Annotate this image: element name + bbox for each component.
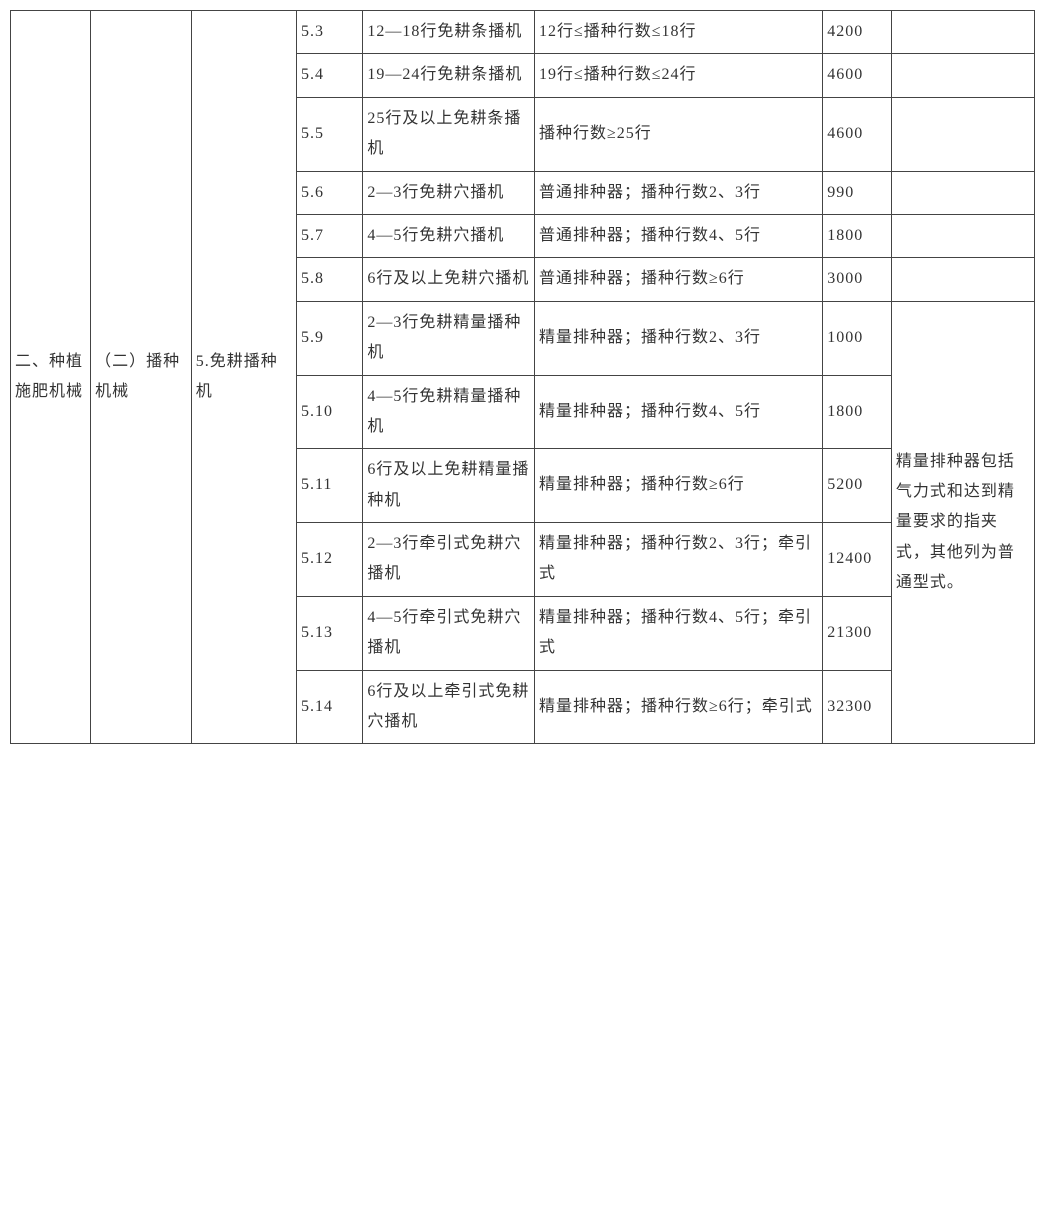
item-spec: 普通排种器；播种行数≥6行: [534, 258, 822, 301]
item-spec: 精量排种器；播种行数≥6行；牵引式: [534, 670, 822, 744]
item-spec: 19行≤播种行数≤24行: [534, 54, 822, 97]
item-note: [891, 214, 1034, 257]
item-name: 2—3行免耕精量播种机: [363, 301, 535, 375]
item-note: [891, 97, 1034, 171]
category-level1: 二、种植施肥机械: [11, 11, 91, 744]
item-spec: 精量排种器；播种行数2、3行: [534, 301, 822, 375]
category-level3: 5.免耕播种机: [191, 11, 296, 744]
item-spec: 精量排种器；播种行数4、5行；牵引式: [534, 596, 822, 670]
item-note: [891, 258, 1034, 301]
item-code: 5.14: [297, 670, 363, 744]
item-name: 25行及以上免耕条播机: [363, 97, 535, 171]
item-code: 5.10: [297, 375, 363, 449]
item-name: 4—5行免耕精量播种机: [363, 375, 535, 449]
item-spec: 普通排种器；播种行数2、3行: [534, 171, 822, 214]
item-note: [891, 11, 1034, 54]
item-code: 5.9: [297, 301, 363, 375]
item-spec: 播种行数≥25行: [534, 97, 822, 171]
category-level2: （二）播种机械: [91, 11, 192, 744]
item-price: 4600: [823, 97, 892, 171]
item-name: 6行及以上牵引式免耕穴播机: [363, 670, 535, 744]
item-code: 5.6: [297, 171, 363, 214]
item-spec: 普通排种器；播种行数4、5行: [534, 214, 822, 257]
item-name: 4—5行免耕穴播机: [363, 214, 535, 257]
item-name: 12—18行免耕条播机: [363, 11, 535, 54]
subsidy-table: 二、种植施肥机械 （二）播种机械 5.免耕播种机 5.3 12—18行免耕条播机…: [10, 10, 1035, 744]
item-code: 5.4: [297, 54, 363, 97]
item-code: 5.3: [297, 11, 363, 54]
item-price: 21300: [823, 596, 892, 670]
item-price: 12400: [823, 523, 892, 597]
item-note: [891, 54, 1034, 97]
item-note-merged: 精量排种器包括气力式和达到精量要求的指夹式，其他列为普通型式。: [891, 301, 1034, 744]
item-note: [891, 171, 1034, 214]
item-price: 1800: [823, 214, 892, 257]
item-price: 4600: [823, 54, 892, 97]
item-price: 1000: [823, 301, 892, 375]
item-price: 5200: [823, 449, 892, 523]
item-code: 5.5: [297, 97, 363, 171]
item-name: 2—3行免耕穴播机: [363, 171, 535, 214]
item-price: 3000: [823, 258, 892, 301]
item-spec: 精量排种器；播种行数4、5行: [534, 375, 822, 449]
item-spec: 精量排种器；播种行数2、3行；牵引式: [534, 523, 822, 597]
item-price: 32300: [823, 670, 892, 744]
item-name: 4—5行牵引式免耕穴播机: [363, 596, 535, 670]
table-row: 二、种植施肥机械 （二）播种机械 5.免耕播种机 5.3 12—18行免耕条播机…: [11, 11, 1035, 54]
item-code: 5.13: [297, 596, 363, 670]
item-price: 1800: [823, 375, 892, 449]
item-spec: 12行≤播种行数≤18行: [534, 11, 822, 54]
item-name: 6行及以上免耕精量播种机: [363, 449, 535, 523]
item-code: 5.8: [297, 258, 363, 301]
item-code: 5.7: [297, 214, 363, 257]
item-code: 5.12: [297, 523, 363, 597]
item-name: 2—3行牵引式免耕穴播机: [363, 523, 535, 597]
item-price: 4200: [823, 11, 892, 54]
item-name: 6行及以上免耕穴播机: [363, 258, 535, 301]
item-spec: 精量排种器；播种行数≥6行: [534, 449, 822, 523]
item-code: 5.11: [297, 449, 363, 523]
item-name: 19—24行免耕条播机: [363, 54, 535, 97]
item-price: 990: [823, 171, 892, 214]
